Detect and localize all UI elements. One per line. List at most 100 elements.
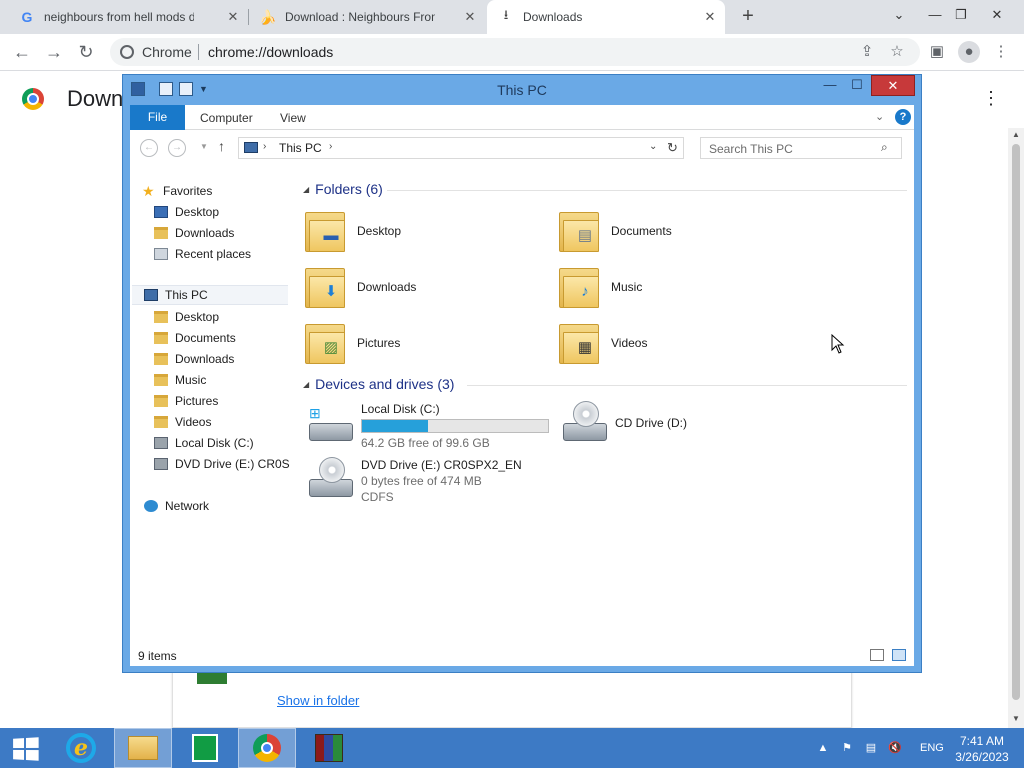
profile-avatar-icon[interactable]: ● bbox=[958, 41, 980, 63]
nav-fav-recent-places[interactable]: Recent places bbox=[154, 244, 251, 264]
language-indicator[interactable]: ENG bbox=[920, 742, 944, 754]
nav-this-pc[interactable]: This PC bbox=[132, 285, 288, 305]
recent-locations-icon[interactable]: ▼ bbox=[200, 142, 208, 151]
chrome-menu-icon[interactable]: ⋮ bbox=[990, 41, 1012, 63]
nav-pc-dvd-drive[interactable]: DVD Drive (E:) CR0SF bbox=[154, 454, 290, 474]
nav-pc-desktop[interactable]: Desktop bbox=[154, 307, 219, 327]
folder-tile-videos[interactable]: ▦ Videos bbox=[559, 317, 647, 369]
breadcrumb-this-pc[interactable]: This PC bbox=[279, 141, 322, 155]
restore-icon[interactable]: ❐ bbox=[944, 0, 978, 34]
nav-pc-documents[interactable]: Documents bbox=[154, 328, 236, 348]
details-view-icon[interactable] bbox=[870, 649, 884, 661]
close-tab-icon[interactable]: ✕ bbox=[226, 10, 240, 24]
nav-pc-pictures[interactable]: Pictures bbox=[154, 391, 218, 411]
drive-name: DVD Drive (E:) CR0SPX2_EN bbox=[361, 458, 522, 472]
taskbar-internet-explorer[interactable]: e bbox=[52, 728, 110, 768]
folder-tile-desktop[interactable]: ▬ Desktop bbox=[305, 205, 401, 257]
action-center-flag-icon[interactable]: ⚑ bbox=[840, 741, 854, 755]
downloads-menu-icon[interactable]: ⋮ bbox=[982, 88, 1000, 109]
taskbar-clock[interactable]: 7:41 AM 3/26/2023 bbox=[952, 733, 1012, 765]
tab-title: Download : Neighbours From He bbox=[285, 10, 435, 24]
nav-label: Local Disk (C:) bbox=[175, 436, 254, 450]
tab-google-search[interactable]: G neighbours from hell mods dow ✕ bbox=[0, 0, 248, 34]
explorer-minimize-icon[interactable]: — bbox=[815, 75, 845, 97]
explorer-forward-icon[interactable]: → bbox=[168, 139, 186, 157]
explorer-close-button[interactable]: ✕ bbox=[871, 75, 915, 96]
nav-pc-local-disk[interactable]: Local Disk (C:) bbox=[154, 433, 254, 453]
address-dropdown-icon[interactable]: ⌄ bbox=[649, 141, 657, 152]
reload-button[interactable]: ↻ bbox=[74, 40, 98, 64]
drive-tile-c[interactable]: ⊞ Local Disk (C:) 64.2 GB free of 99.6 G… bbox=[307, 401, 549, 451]
explorer-back-icon[interactable]: ← bbox=[140, 139, 158, 157]
tab-downloads[interactable]: ⭳ Downloads ✕ bbox=[487, 0, 725, 34]
scrollbar-thumb[interactable] bbox=[1012, 144, 1020, 700]
nav-pc-videos[interactable]: Videos bbox=[154, 412, 211, 432]
drive-tile-e[interactable]: DVD Drive (E:) CR0SPX2_EN 0 bytes free o… bbox=[307, 457, 522, 505]
folder-tile-downloads[interactable]: ⬇ Downloads bbox=[305, 261, 416, 313]
collapse-group-icon[interactable]: ◢ bbox=[303, 380, 309, 389]
star-icon: ★ bbox=[142, 183, 155, 199]
address-bar[interactable]: Chrome chrome://downloads ⇪ ☆ bbox=[110, 38, 920, 66]
hard-drive-icon bbox=[154, 437, 168, 449]
desktop-icon: ▬ bbox=[323, 227, 339, 244]
tab-search-icon[interactable]: ⌄ bbox=[882, 0, 916, 34]
folder-tile-documents[interactable]: ▤ Documents bbox=[559, 205, 672, 257]
bookmark-star-icon[interactable]: ☆ bbox=[886, 41, 908, 63]
start-button[interactable] bbox=[13, 737, 39, 761]
help-icon[interactable]: ? bbox=[895, 109, 911, 125]
large-icons-view-icon[interactable] bbox=[892, 649, 906, 661]
page-scrollbar[interactable]: ▲ ▼ bbox=[1008, 128, 1024, 728]
side-panel-icon[interactable]: ▣ bbox=[926, 41, 948, 63]
explorer-search-input[interactable]: Search This PC ⌕ bbox=[700, 137, 902, 159]
back-button[interactable]: ← bbox=[10, 40, 34, 64]
folder-tile-music[interactable]: ♪ Music bbox=[559, 261, 642, 313]
breadcrumb-arrow-icon[interactable]: › bbox=[329, 141, 332, 152]
close-tab-icon[interactable]: ✕ bbox=[703, 10, 717, 24]
nav-fav-downloads[interactable]: Downloads bbox=[154, 223, 234, 243]
forward-button[interactable]: → bbox=[42, 40, 66, 64]
drives-group-header[interactable]: ◢ Devices and drives (3) bbox=[303, 376, 454, 392]
scroll-up-icon[interactable]: ▲ bbox=[1012, 130, 1020, 139]
download-icon: ⭳ bbox=[503, 7, 509, 22]
nav-pc-downloads[interactable]: Downloads bbox=[154, 349, 234, 369]
ribbon-file-tab[interactable]: File bbox=[130, 105, 185, 130]
nav-pc-music[interactable]: Music bbox=[154, 370, 206, 390]
explorer-address-box[interactable]: › This PC › ⌄ ↻ bbox=[238, 137, 684, 159]
tab-download-neighbours[interactable]: 🍌 Download : Neighbours From He ✕ bbox=[249, 0, 485, 34]
explorer-maximize-icon[interactable]: ☐ bbox=[842, 75, 872, 97]
expand-ribbon-icon[interactable]: ⌄ bbox=[875, 110, 884, 123]
nav-network[interactable]: Network bbox=[144, 496, 209, 516]
show-hidden-icons-icon[interactable]: ▲ bbox=[816, 741, 830, 755]
dvd-drive-icon bbox=[154, 458, 168, 470]
close-window-icon[interactable]: ✕ bbox=[980, 0, 1014, 34]
ribbon-view-tab[interactable]: View bbox=[280, 111, 306, 125]
show-in-folder-link[interactable]: Show in folder bbox=[277, 693, 359, 708]
taskbar-chrome[interactable] bbox=[238, 728, 296, 768]
refresh-icon[interactable]: ↻ bbox=[667, 140, 678, 156]
taskbar-store[interactable] bbox=[176, 728, 234, 768]
explorer-title-bar[interactable]: ▼ This PC — ☐ ✕ bbox=[123, 75, 921, 105]
mouse-cursor-icon bbox=[831, 333, 845, 354]
downloads-page-title: Down bbox=[67, 86, 124, 111]
new-tab-button[interactable]: + bbox=[738, 6, 758, 26]
scroll-down-icon[interactable]: ▼ bbox=[1012, 714, 1020, 723]
ribbon-computer-tab[interactable]: Computer bbox=[200, 111, 253, 125]
tab-title: Downloads bbox=[523, 10, 583, 24]
group-divider bbox=[387, 190, 907, 191]
nav-favorites[interactable]: ★ Favorites bbox=[142, 181, 212, 201]
network-status-icon[interactable]: ▤ bbox=[864, 741, 878, 755]
volume-muted-icon[interactable]: 🔇 bbox=[888, 741, 902, 755]
taskbar-file-explorer[interactable] bbox=[114, 728, 172, 768]
share-icon[interactable]: ⇪ bbox=[856, 41, 878, 63]
up-level-icon[interactable]: ↑ bbox=[218, 138, 225, 154]
folder-label: Videos bbox=[611, 336, 648, 350]
nav-fav-desktop[interactable]: Desktop bbox=[154, 202, 219, 222]
folder-tile-pictures[interactable]: ▨ Pictures bbox=[305, 317, 400, 369]
folders-group-header[interactable]: ◢ Folders (6) bbox=[303, 181, 383, 197]
drive-tile-d[interactable]: CD Drive (D:) bbox=[561, 401, 687, 445]
close-tab-icon[interactable]: ✕ bbox=[463, 10, 477, 24]
banana-icon: 🍌 bbox=[259, 8, 277, 25]
taskbar-winrar[interactable] bbox=[300, 728, 358, 768]
breadcrumb-arrow-icon[interactable]: › bbox=[263, 141, 266, 152]
collapse-group-icon[interactable]: ◢ bbox=[303, 185, 309, 194]
